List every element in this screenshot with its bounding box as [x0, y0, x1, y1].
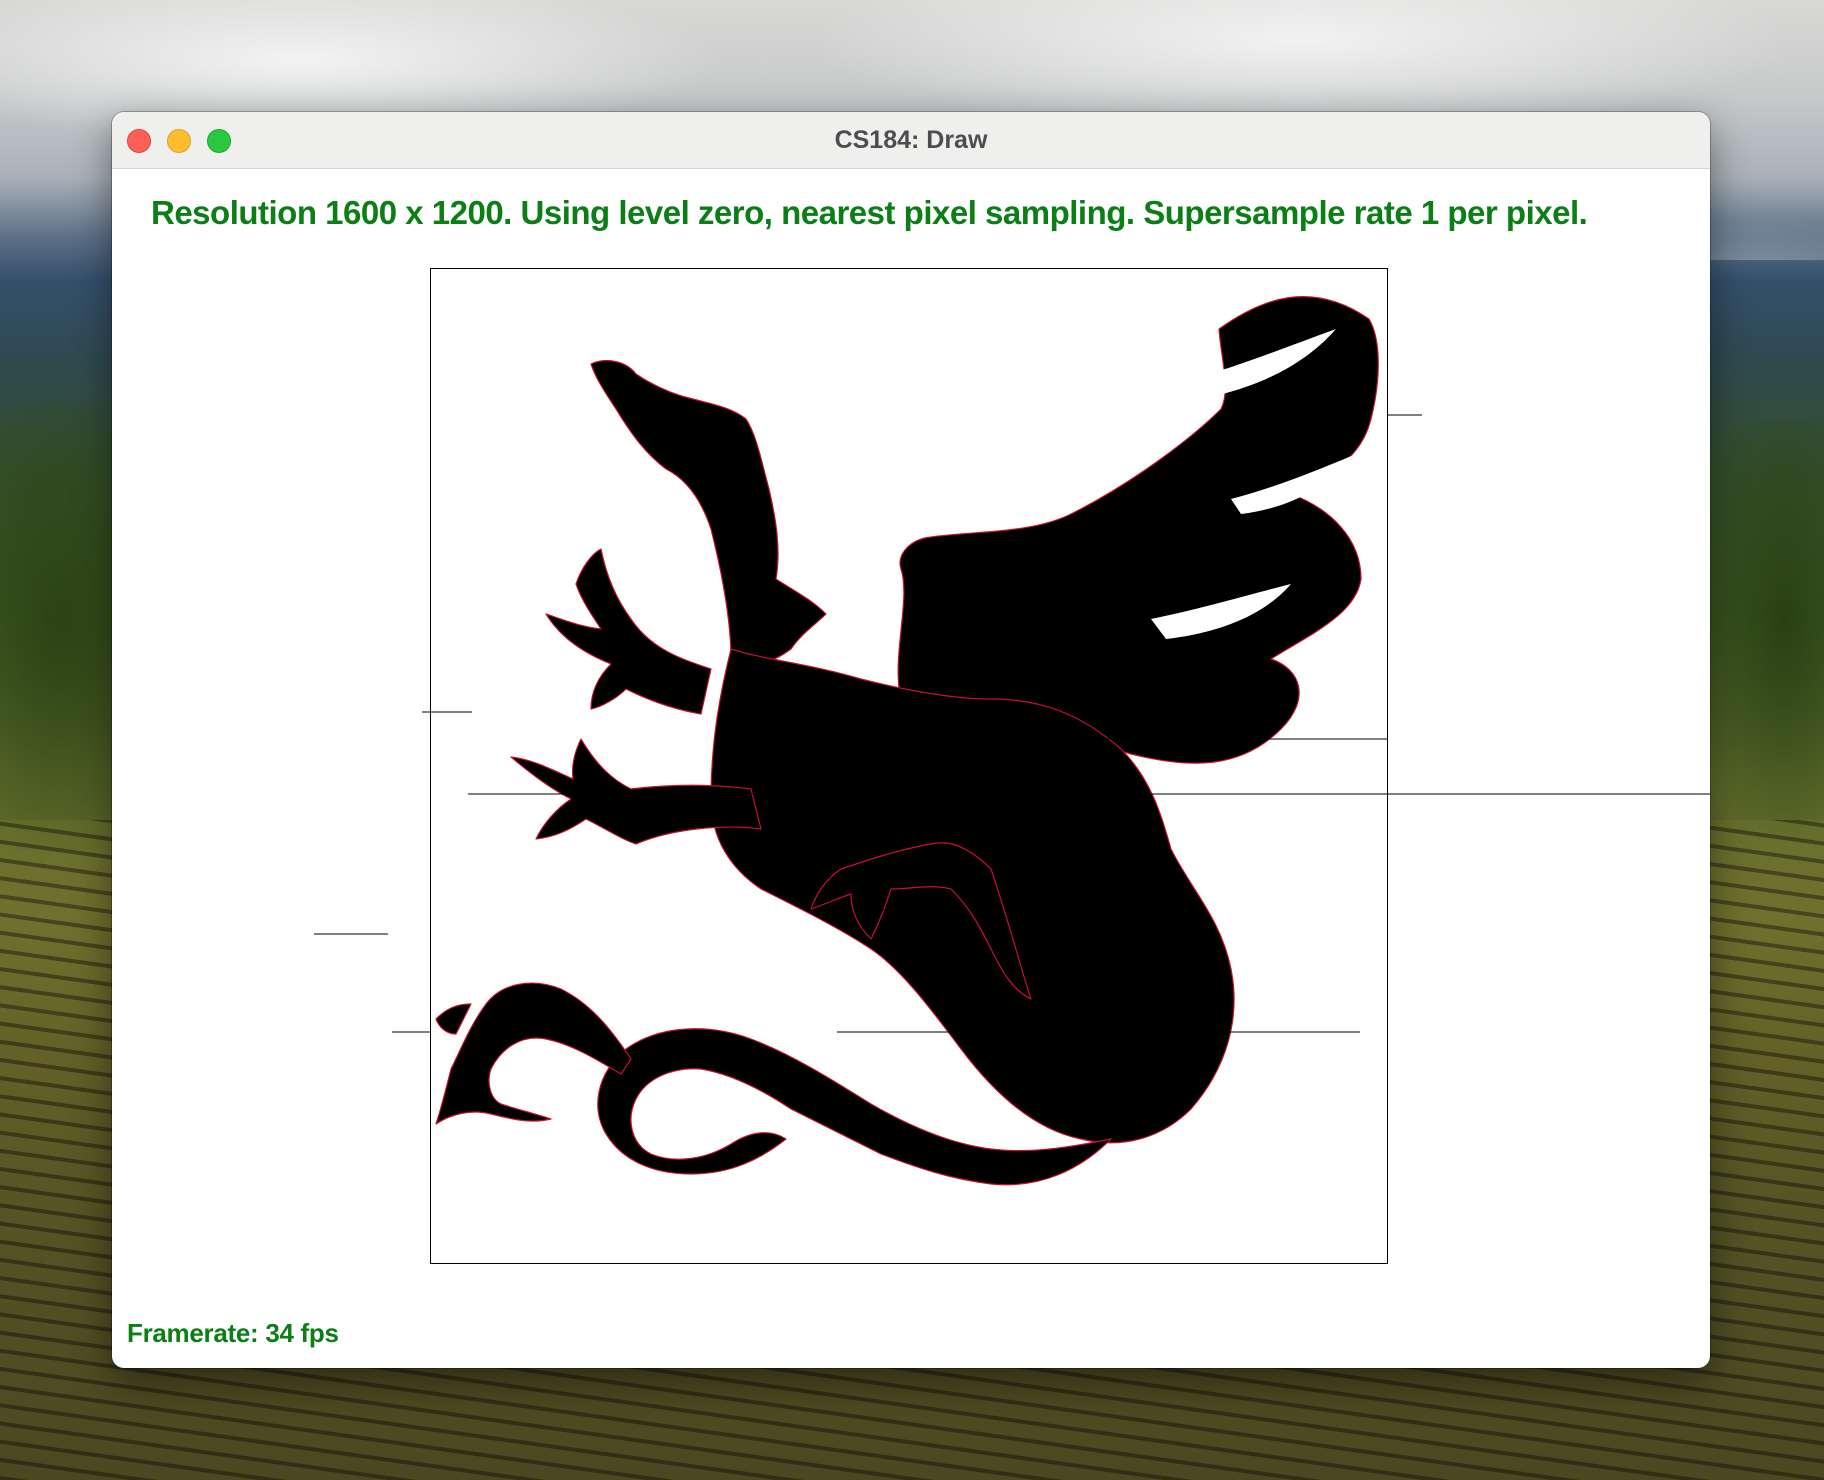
app-window: CS184: Draw Resolution 1600 x 1200. Usin…	[112, 112, 1710, 1368]
title-bar[interactable]: CS184: Draw	[112, 112, 1710, 169]
framerate-readout: Framerate: 34 fps	[127, 1318, 339, 1348]
window-title: CS184: Draw	[834, 126, 988, 154]
dragon-tail-tip	[435, 1003, 472, 1035]
wallpaper-forest-right	[1704, 420, 1824, 840]
render-settings-status: Resolution 1600 x 1200. Using level zero…	[151, 194, 1588, 231]
dragon-drawing	[435, 296, 1379, 1186]
dragon-arm-upper	[545, 548, 712, 715]
drawing-canvas[interactable]	[430, 268, 1388, 1264]
dragon-wing	[897, 296, 1379, 764]
